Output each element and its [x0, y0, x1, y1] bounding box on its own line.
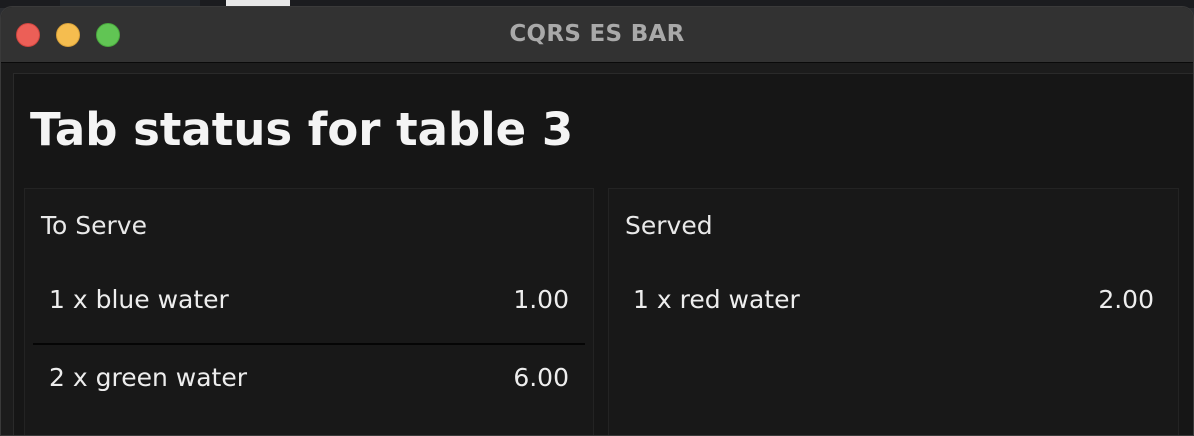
page-title: Tab status for table 3 — [30, 103, 574, 156]
to-serve-heading: To Serve — [41, 211, 147, 240]
window-titlebar[interactable]: CQRS ES BAR — [1, 7, 1193, 63]
served-panel: Served 1 x red water 2.00 — [608, 188, 1179, 435]
served-heading: Served — [625, 211, 713, 240]
item-price: 1.00 — [513, 285, 569, 314]
item-label: 2 x green water — [49, 363, 247, 392]
list-item[interactable]: 1 x blue water 1.00 — [33, 267, 585, 343]
item-price: 6.00 — [513, 363, 569, 392]
list-item[interactable]: 1 x red water 2.00 — [617, 267, 1170, 343]
item-label: 1 x red water — [633, 285, 800, 314]
main-content: Tab status for table 3 To Serve 1 x blue… — [13, 73, 1193, 435]
to-serve-panel: To Serve 1 x blue water 1.00 2 x green w… — [24, 188, 594, 435]
app-window: CQRS ES BAR Tab status for table 3 To Se… — [0, 6, 1194, 436]
to-serve-list: 1 x blue water 1.00 2 x green water 6.00 — [33, 267, 585, 419]
list-item[interactable]: 2 x green water 6.00 — [33, 343, 585, 419]
item-label: 1 x blue water — [49, 285, 229, 314]
served-list: 1 x red water 2.00 — [617, 267, 1170, 343]
item-price: 2.00 — [1098, 285, 1154, 314]
window-title: CQRS ES BAR — [509, 21, 685, 47]
